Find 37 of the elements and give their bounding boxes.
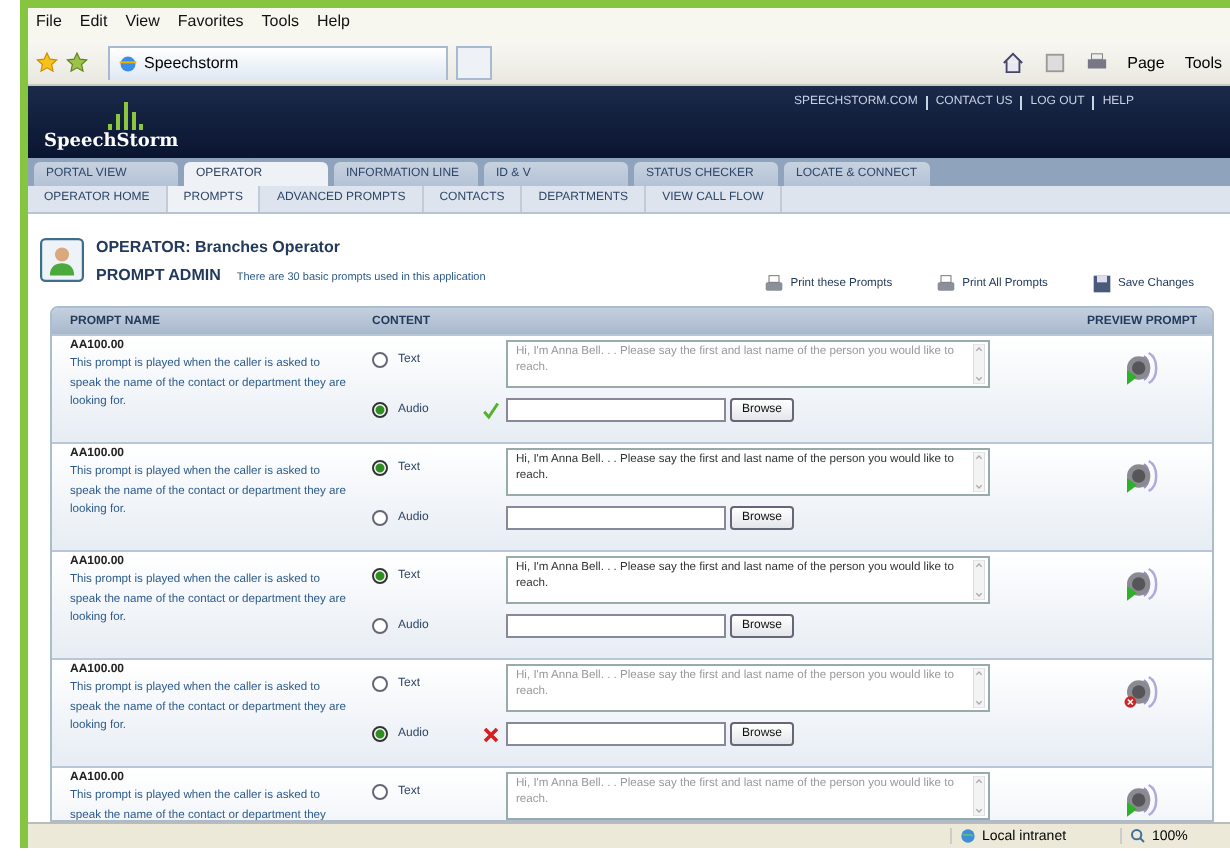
menu-item[interactable]: Help — [316, 12, 350, 40]
menu-item[interactable]: Edit — [79, 12, 108, 40]
scrollbar-icon — [972, 668, 986, 708]
file-input-field[interactable] — [506, 506, 726, 530]
globe-e-icon — [118, 53, 138, 73]
printer-icon — [936, 274, 957, 294]
page-title: OPERATOR: Branches Operator — [96, 237, 342, 255]
home-icon[interactable] — [1001, 51, 1024, 73]
page-menu-button[interactable]: Page — [1127, 53, 1165, 71]
globe-icon — [960, 828, 976, 844]
menu-item[interactable]: File — [36, 12, 62, 40]
speaker-play-icon[interactable] — [1122, 564, 1162, 604]
speaker-play-icon[interactable] — [1122, 348, 1162, 388]
file-input-field[interactable] — [506, 398, 726, 422]
scrollbar-icon — [972, 452, 986, 492]
user-avatar-icon — [40, 238, 84, 282]
scrollbar-icon — [972, 344, 986, 384]
star-icon[interactable] — [36, 51, 58, 73]
speaker-error-icon[interactable] — [1122, 672, 1162, 712]
menu-item[interactable]: Favorites — [177, 12, 244, 40]
star-plus-icon[interactable] — [66, 51, 88, 73]
menu-item[interactable]: Tools — [261, 12, 299, 40]
tools-menu-button[interactable]: Tools — [1184, 53, 1222, 71]
file-input-field[interactable] — [506, 614, 726, 638]
speaker-play-icon[interactable] — [1122, 780, 1162, 820]
print-icon[interactable] — [1085, 51, 1108, 73]
speaker-play-icon[interactable] — [1122, 456, 1162, 496]
logo-bars-icon — [103, 100, 144, 132]
menu-item[interactable]: View — [125, 12, 160, 40]
magnifier-icon — [1130, 828, 1146, 844]
scrollbar-icon — [972, 776, 986, 816]
scrollbar-icon — [972, 560, 986, 600]
logo-text: SpeechStorm — [44, 132, 179, 152]
page-subtitle: PROMPT ADMIN — [96, 265, 221, 283]
printer-icon — [764, 274, 785, 294]
file-input-field[interactable] — [506, 722, 726, 746]
browser-tab[interactable]: Speechstorm — [108, 45, 448, 79]
